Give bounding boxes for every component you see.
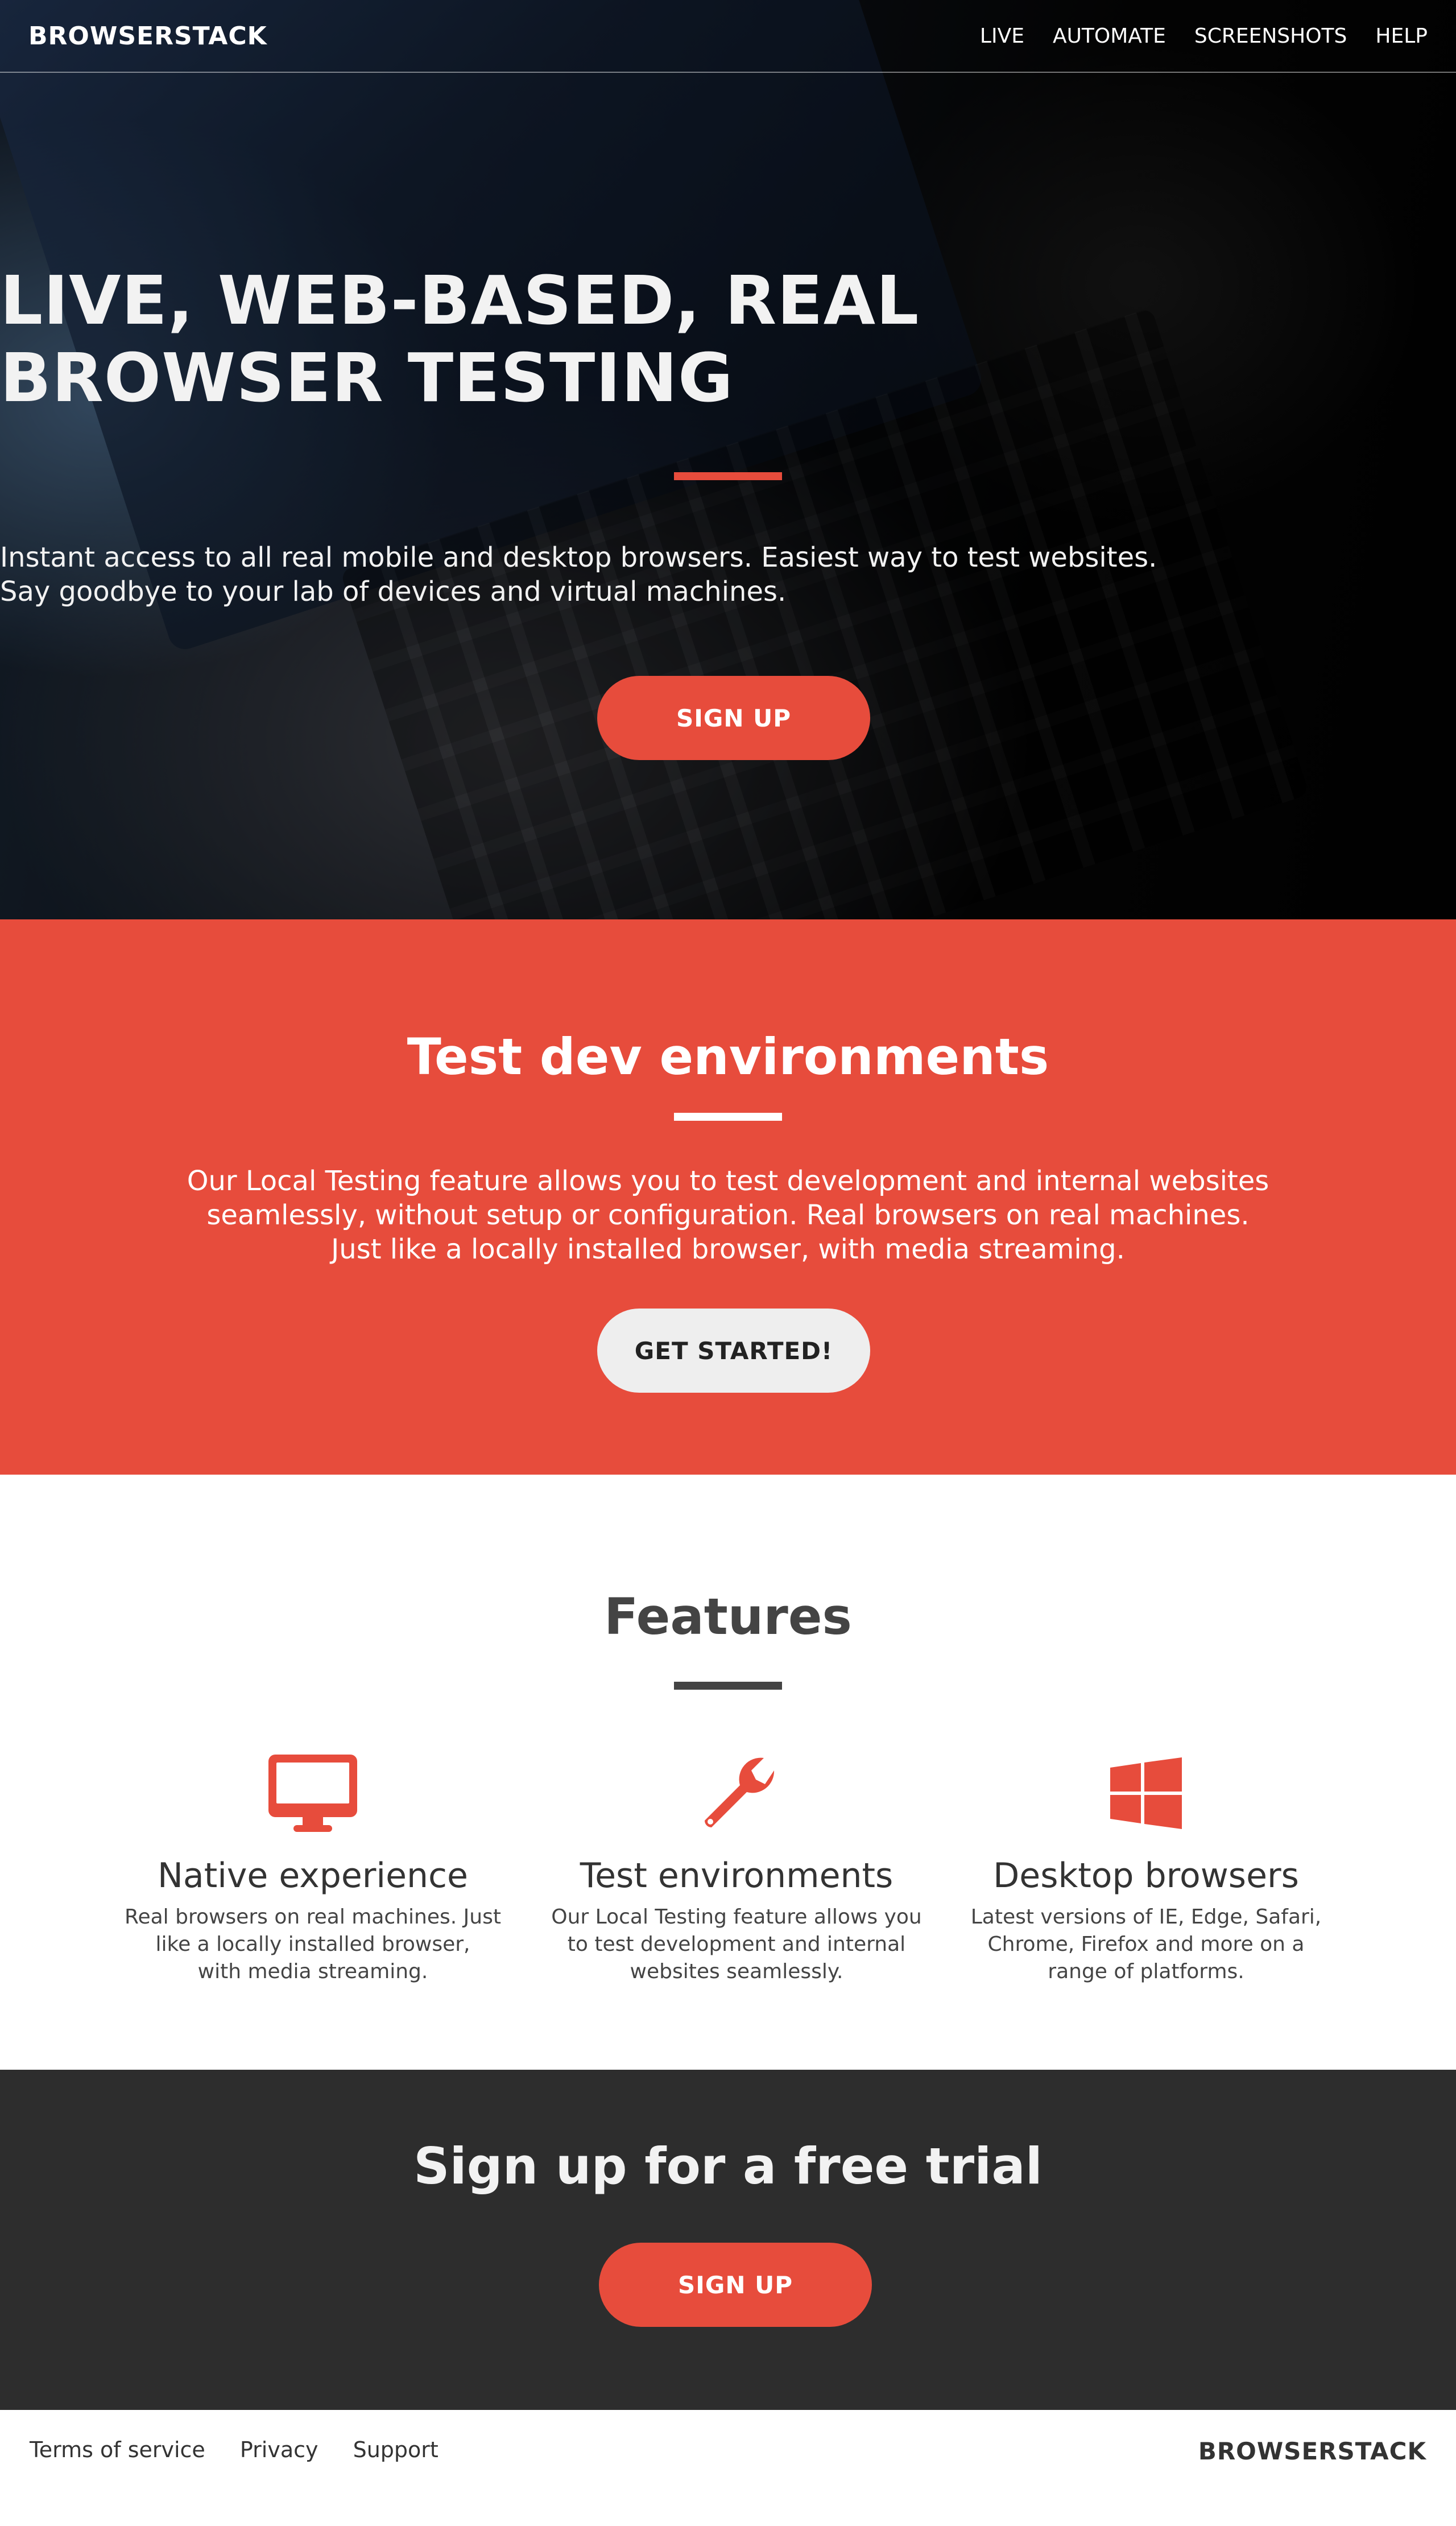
feature-description: Our Local Testing feature allows you to … [532,1904,941,1986]
nav-links: LIVE AUTOMATE SCREENSHOTS HELP [952,24,1428,48]
nav-link-help[interactable]: HELP [1375,24,1428,48]
hero-section: BROWSERSTACK LIVE AUTOMATE SCREENSHOTS H… [0,0,1456,919]
feature-description-line-1: Real browsers on real machines. Just [125,1905,501,1929]
feature-description-line-2: Chrome, Firefox and more on a [987,1933,1305,1956]
feature-name: Native experience [158,1856,468,1896]
local-testing-title: Test dev environments [407,1027,1049,1086]
hero-divider [674,472,782,480]
feature-description-line-2: to test development and internal [567,1933,906,1956]
windows-icon [1110,1757,1182,1829]
feature-name: Test environments [580,1856,894,1896]
features-title: Features [604,1587,852,1646]
features-section: Features Native experience Real browsers… [0,1475,1456,2070]
feature-name: Desktop browsers [993,1856,1299,1896]
local-testing-section: Test dev environments Our Local Testing … [0,919,1456,1475]
hero-title: LIVE, WEB-BASED, REAL BROWSER TESTING [0,262,1456,416]
hero-subtitle-line-1: Instant access to all real mobile and de… [0,542,1157,573]
local-testing-text-line-1: Our Local Testing feature allows you to … [187,1165,1269,1197]
footer-links: Terms of service Privacy Support [30,2437,470,2462]
nav-link-live[interactable]: LIVE [980,24,1024,48]
hero-title-line-2: BROWSER TESTING [0,339,734,417]
feature-description-line-1: Our Local Testing feature allows you [551,1905,922,1929]
features-divider [674,1682,782,1690]
footer: Terms of service Privacy Support BROWSER… [0,2410,1456,2526]
monitor-icon [268,1755,357,1832]
top-navbar: BROWSERSTACK LIVE AUTOMATE SCREENSHOTS H… [0,0,1456,73]
footer-brand[interactable]: BROWSERSTACK [1198,2437,1426,2465]
feature-desktop-browsers: Desktop browsers Latest versions of IE, … [941,1753,1351,1986]
local-testing-text: Our Local Testing feature allows you to … [0,1164,1456,1266]
free-trial-section: Sign up for a free trial SIGN UP [0,2070,1456,2410]
feature-description: Real browsers on real machines. Just lik… [108,1904,518,1986]
feature-description-line-3: range of platforms. [1048,1960,1244,1983]
hero-signup-button[interactable]: SIGN UP [597,676,870,760]
feature-description-line-1: Latest versions of IE, Edge, Safari, [970,1905,1322,1929]
wrench-icon [705,1757,775,1827]
hero-title-line-1: LIVE, WEB-BASED, REAL [0,261,920,340]
hero-subtitle-line-2: Say goodbye to your lab of devices and v… [0,576,787,608]
local-testing-text-line-2: seamlessly, without setup or configurati… [206,1199,1250,1231]
feature-native-experience: Native experience Real browsers on real … [108,1753,518,1986]
footer-link-support[interactable]: Support [353,2437,439,2462]
local-testing-text-line-3: Just like a locally installed browser, w… [331,1233,1125,1265]
free-trial-title: Sign up for a free trial [413,2137,1043,2195]
feature-description-line-2: like a locally installed browser, [155,1933,470,1956]
nav-link-automate[interactable]: AUTOMATE [1053,24,1166,48]
trial-signup-button[interactable]: SIGN UP [599,2243,872,2327]
footer-link-terms[interactable]: Terms of service [30,2437,205,2462]
feature-test-environments: Test environments Our Local Testing feat… [532,1753,941,1986]
brand-logo[interactable]: BROWSERSTACK [28,22,267,51]
feature-description-line-3: websites seamlessly. [630,1960,843,1983]
hero-overlay [0,0,1456,919]
footer-link-privacy[interactable]: Privacy [240,2437,318,2462]
local-testing-divider [674,1113,782,1121]
hero-subtitle: Instant access to all real mobile and de… [0,540,1456,609]
nav-link-screenshots[interactable]: SCREENSHOTS [1194,24,1347,48]
get-started-button[interactable]: GET STARTED! [597,1309,870,1393]
feature-description: Latest versions of IE, Edge, Safari, Chr… [941,1904,1351,1986]
feature-description-line-3: with media streaming. [197,1960,428,1983]
